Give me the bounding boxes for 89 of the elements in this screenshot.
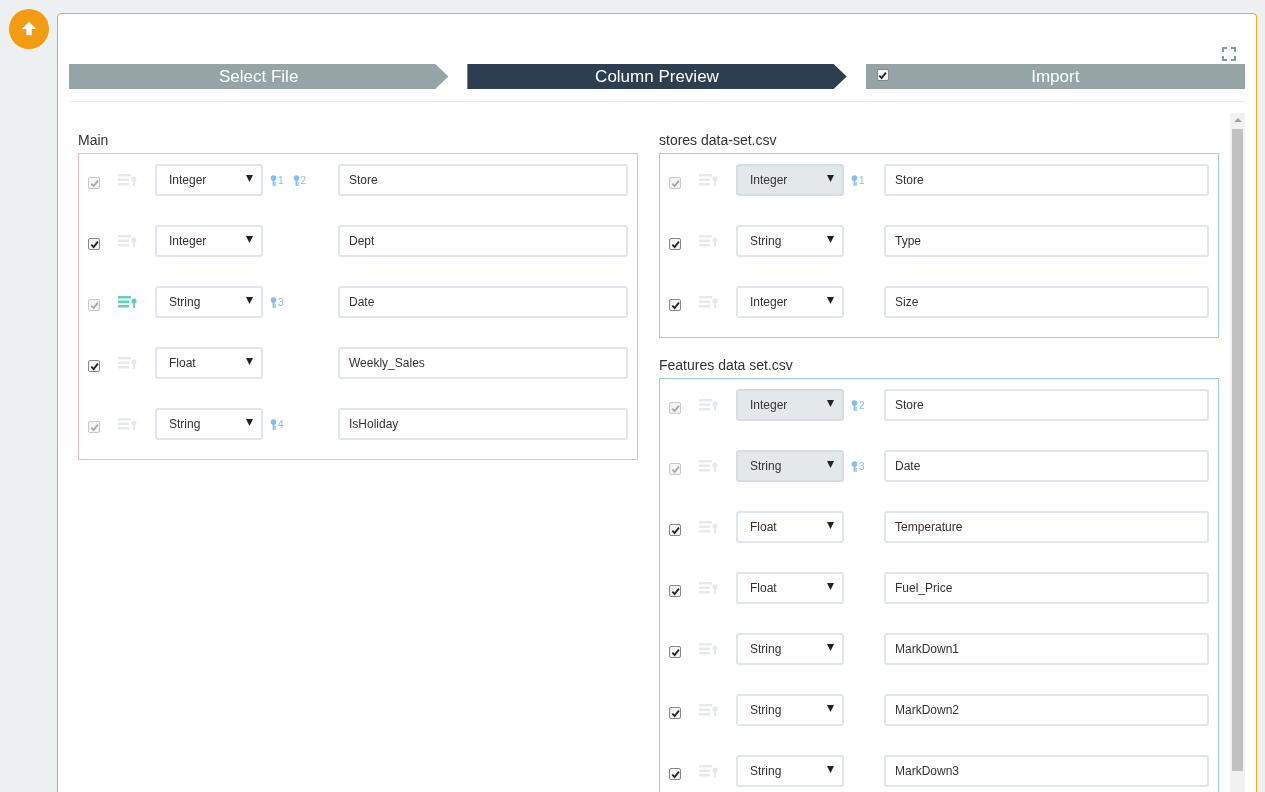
fullscreen-icon[interactable] (1222, 47, 1236, 61)
key-icon (851, 460, 858, 472)
column-name-field[interactable]: MarkDown1 (884, 633, 1209, 665)
column-name-field[interactable]: Date (338, 286, 628, 318)
key-number: 3 (278, 297, 284, 308)
key-number: 1 (278, 175, 284, 186)
checkbox[interactable] (669, 299, 681, 311)
type-dropdown[interactable]: String (736, 694, 844, 726)
key-number: 4 (278, 419, 284, 430)
type-dropdown[interactable]: Integer (155, 164, 263, 196)
caret-icon (246, 235, 253, 243)
checkbox[interactable] (669, 768, 681, 780)
type-dropdown[interactable]: String (155, 408, 263, 440)
caret-icon (827, 643, 834, 651)
up-arrow-icon (20, 20, 38, 38)
caret-icon (827, 582, 834, 590)
type-dropdown[interactable]: String (736, 225, 844, 257)
column-name-field[interactable]: Dept (338, 225, 628, 257)
index-icon[interactable] (699, 235, 719, 247)
checkbox[interactable] (88, 360, 100, 372)
caret-icon (246, 357, 253, 365)
index-icon[interactable] (699, 765, 719, 777)
key-icon (851, 399, 858, 411)
index-icon[interactable] (699, 460, 719, 472)
index-icon[interactable] (699, 704, 719, 716)
checkbox[interactable] (876, 69, 889, 81)
index-icon[interactable] (118, 235, 138, 247)
key-icon (292, 174, 300, 186)
caret-icon (246, 418, 253, 426)
type-dropdown[interactable]: String (155, 286, 263, 318)
type-dropdown[interactable]: Float (736, 572, 844, 604)
index-icon[interactable] (699, 296, 719, 308)
caret-icon (827, 174, 834, 182)
caret-icon (827, 235, 834, 243)
index-icon[interactable] (699, 521, 719, 533)
type-dropdown[interactable]: Float (736, 511, 844, 543)
column-name-field[interactable]: MarkDown3 (884, 755, 1209, 787)
key-number: 3 (859, 461, 865, 472)
checkbox[interactable] (669, 707, 681, 719)
caret-icon (827, 704, 834, 712)
column-name-field[interactable]: Store (884, 389, 1209, 421)
caret-icon (827, 765, 834, 773)
type-dropdown[interactable]: Float (155, 347, 263, 379)
index-icon[interactable] (699, 643, 719, 655)
key-number: 1 (859, 175, 865, 186)
caret-icon (246, 174, 253, 182)
index-icon[interactable] (118, 296, 138, 308)
column-name-field[interactable]: Weekly_Sales (338, 347, 628, 379)
index-icon[interactable] (699, 174, 719, 186)
key-icon (270, 296, 277, 308)
type-dropdown[interactable]: Integer (736, 286, 844, 318)
section-title: Features data set.csv (659, 357, 794, 373)
section-title: Main (78, 132, 110, 148)
column-name-field[interactable]: Fuel_Price (884, 572, 1209, 604)
section-title: stores data-set.csv (659, 132, 778, 148)
column-name-field[interactable]: Store (338, 164, 628, 196)
index-icon[interactable] (699, 582, 719, 594)
checkbox[interactable] (669, 585, 681, 597)
column-name-field[interactable]: Size (884, 286, 1209, 318)
key-number: 2 (300, 175, 307, 186)
caret-icon (827, 521, 834, 529)
key-icon (270, 174, 277, 186)
index-icon[interactable] (118, 418, 138, 430)
checkbox[interactable] (88, 238, 100, 250)
index-icon[interactable] (118, 174, 138, 186)
scrollbar[interactable] (1230, 113, 1245, 792)
column-name-field[interactable]: Store (884, 164, 1209, 196)
upload-button[interactable] (9, 9, 49, 49)
caret-icon (827, 399, 834, 407)
wizard-step[interactable]: Column Preview (467, 64, 847, 89)
checkbox[interactable] (669, 524, 681, 536)
caret-icon (827, 296, 834, 304)
column-name-field[interactable]: Date (884, 450, 1209, 482)
key-icon (270, 418, 277, 430)
checkbox[interactable] (669, 238, 681, 250)
checkbox[interactable] (669, 646, 681, 658)
column-name-field[interactable]: Temperature (884, 511, 1209, 543)
type-dropdown[interactable]: String (736, 633, 844, 665)
type-dropdown[interactable]: Integer (155, 225, 263, 257)
column-name-field[interactable]: Type (884, 225, 1209, 257)
type-dropdown[interactable]: String (736, 755, 844, 787)
column-name-field[interactable]: MarkDown2 (884, 694, 1209, 726)
index-icon[interactable] (118, 357, 138, 369)
caret-icon (246, 296, 253, 304)
column-name-field[interactable]: IsHoliday (338, 408, 628, 440)
index-icon[interactable] (699, 399, 719, 411)
key-icon (851, 174, 858, 186)
key-number: 2 (859, 400, 865, 411)
caret-icon (827, 460, 834, 468)
